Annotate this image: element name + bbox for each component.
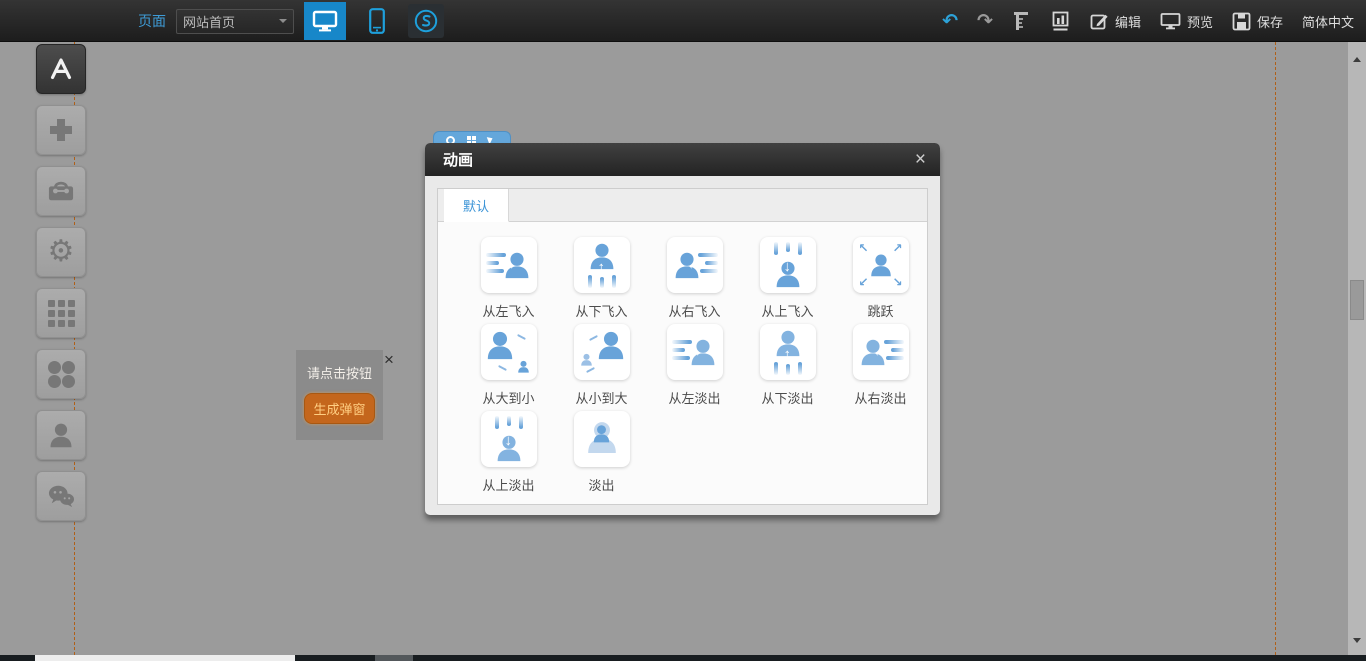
fade-out-left-icon[interactable]: → bbox=[667, 324, 723, 380]
fade-out-right-icon[interactable]: ← bbox=[853, 324, 909, 380]
top-toolbar: 页面 网站首页 ↶ ↷ bbox=[0, 0, 1366, 42]
mobile-view-button[interactable] bbox=[356, 2, 398, 40]
popup-prompt-text: 请点击按钮 bbox=[296, 350, 383, 382]
page-label: 页面 bbox=[138, 11, 166, 31]
sidebar-item-add[interactable] bbox=[36, 105, 86, 155]
right-guide-line bbox=[1275, 42, 1276, 655]
preview-label: 预览 bbox=[1187, 12, 1213, 31]
edit-label: 编辑 bbox=[1115, 12, 1141, 31]
vertical-scrollbar[interactable] bbox=[1348, 42, 1366, 655]
left-sidebar: ⚙ bbox=[36, 44, 86, 532]
animation-option[interactable]: 从大到小 bbox=[462, 324, 555, 411]
animation-option-label: 从小到大 bbox=[555, 388, 648, 407]
redo-icon[interactable]: ↷ bbox=[977, 12, 993, 31]
popup-close-icon[interactable]: × bbox=[384, 351, 394, 368]
edit-button[interactable]: 编辑 bbox=[1090, 12, 1141, 31]
animation-option-label: 从右飞入 bbox=[648, 301, 741, 320]
animation-option-label: 从大到小 bbox=[462, 388, 555, 407]
small-to-big-icon[interactable] bbox=[574, 324, 630, 380]
preview-monitor-icon bbox=[1160, 12, 1181, 31]
animation-option[interactable]: ↑ 从下飞入 bbox=[555, 237, 648, 324]
animation-option-label: 从左淡出 bbox=[648, 388, 741, 407]
ruler-icon[interactable] bbox=[1012, 10, 1032, 32]
animation-option-label: 从上淡出 bbox=[462, 475, 555, 494]
sidebar-item-grid[interactable] bbox=[36, 288, 86, 338]
save-label: 保存 bbox=[1257, 12, 1283, 31]
undo-icon[interactable]: ↶ bbox=[942, 12, 958, 31]
grid-icon bbox=[48, 300, 75, 327]
edit-icon bbox=[1090, 12, 1109, 31]
animation-option-label: 从右淡出 bbox=[834, 388, 927, 407]
sidebar-item-toolbox[interactable] bbox=[36, 166, 86, 216]
animation-options-grid: →从左飞入↑从下飞入←从右飞入↓从上飞入↖↗↙↘跳跃从大到小从小到大→从左淡出↑… bbox=[438, 222, 927, 498]
desktop-view-button[interactable] bbox=[304, 2, 346, 40]
design-tools-icon bbox=[46, 54, 76, 84]
language-selector[interactable]: 简体中文 bbox=[1302, 12, 1354, 31]
animation-option[interactable]: 从小到大 bbox=[555, 324, 648, 411]
page-select-dropdown[interactable]: 网站首页 bbox=[176, 9, 294, 34]
modal-title: 动画 bbox=[443, 149, 473, 170]
animation-option[interactable]: → 从左淡出 bbox=[648, 324, 741, 411]
animation-option-label: 跳跃 bbox=[834, 301, 927, 320]
canvas-popup-element[interactable]: 请点击按钮 生成弹窗 bbox=[296, 350, 383, 440]
modal-titlebar[interactable]: 动画 × bbox=[425, 143, 940, 176]
animation-option-label: 淡出 bbox=[555, 475, 648, 494]
fade-out-bottom-icon[interactable]: ↑ bbox=[760, 324, 816, 380]
sidebar-item-settings[interactable]: ⚙ bbox=[36, 227, 86, 277]
animation-option[interactable]: ← 从右淡出 bbox=[834, 324, 927, 411]
wechat-icon bbox=[46, 483, 76, 509]
fly-in-right-icon[interactable]: ← bbox=[667, 237, 723, 293]
user-icon bbox=[47, 421, 75, 449]
fly-in-bottom-icon[interactable]: ↑ bbox=[574, 237, 630, 293]
animation-option[interactable]: → 从左飞入 bbox=[462, 237, 555, 324]
desktop-icon bbox=[312, 9, 338, 33]
page-select-value: 网站首页 bbox=[183, 12, 235, 31]
jump-icon[interactable]: ↖↗↙↘ bbox=[853, 237, 909, 293]
sidebar-item-design-tools[interactable] bbox=[36, 44, 86, 94]
fade-out-icon[interactable] bbox=[574, 411, 630, 467]
widgets-icon bbox=[48, 361, 75, 388]
fade-out-top-icon[interactable]: ↓ bbox=[481, 411, 537, 467]
modal-tabbar: 默认 bbox=[438, 189, 927, 222]
animation-option[interactable]: ↓ 从上淡出 bbox=[462, 411, 555, 498]
modal-panel: 默认 → 从左飞入 ↑ 从下飞入 ← 从右飞入 ↓ 从上飞入 ↖↗↙↘ 跳跃从大到小从小到大 → 从左… bbox=[437, 188, 928, 505]
animation-option-label: 从下淡出 bbox=[741, 388, 834, 407]
scroll-down-icon[interactable] bbox=[1353, 638, 1361, 647]
animation-modal: 动画 × 默认 → 从左飞入 ↑ 从下飞入 ← 从右飞入 ↓ 从上飞入 ↖↗↙↘ 跳跃从大到小从小… bbox=[425, 143, 940, 515]
animation-option[interactable]: 淡出 bbox=[555, 411, 648, 498]
toolbox-icon bbox=[46, 178, 76, 204]
tab-default[interactable]: 默认 bbox=[444, 189, 509, 222]
animation-option[interactable]: ← 从右飞入 bbox=[648, 237, 741, 324]
sidebar-item-user[interactable] bbox=[36, 410, 86, 460]
save-button[interactable]: 保存 bbox=[1232, 12, 1283, 31]
stats-chart-icon[interactable] bbox=[1051, 10, 1071, 32]
animation-option[interactable]: ↖↗↙↘ 跳跃 bbox=[834, 237, 927, 324]
sidebar-item-widgets[interactable] bbox=[36, 349, 86, 399]
horizontal-scrollbar-thumb[interactable] bbox=[35, 655, 295, 661]
link-circle-icon bbox=[413, 8, 439, 34]
gear-icon: ⚙ bbox=[48, 237, 75, 267]
animation-option-label: 从左飞入 bbox=[462, 301, 555, 320]
animation-option[interactable]: ↓ 从上飞入 bbox=[741, 237, 834, 324]
big-to-small-icon[interactable] bbox=[481, 324, 537, 380]
fly-in-top-icon[interactable]: ↓ bbox=[760, 237, 816, 293]
modal-close-icon[interactable]: × bbox=[915, 150, 926, 169]
fly-in-left-icon[interactable]: → bbox=[481, 237, 537, 293]
save-icon bbox=[1232, 12, 1251, 31]
animation-option-label: 从下飞入 bbox=[555, 301, 648, 320]
animation-option[interactable]: ↑ 从下淡出 bbox=[741, 324, 834, 411]
preview-button[interactable]: 预览 bbox=[1160, 12, 1213, 31]
mobile-icon bbox=[369, 8, 385, 34]
horizontal-scrollbar-segment[interactable] bbox=[375, 655, 413, 661]
animation-link-button[interactable] bbox=[408, 4, 444, 38]
horizontal-scrollbar[interactable] bbox=[0, 655, 1366, 661]
sidebar-item-wechat[interactable] bbox=[36, 471, 86, 521]
animation-option-label: 从上飞入 bbox=[741, 301, 834, 320]
vertical-scrollbar-thumb[interactable] bbox=[1350, 280, 1364, 320]
scroll-up-icon[interactable] bbox=[1353, 53, 1361, 62]
generate-popup-button[interactable]: 生成弹窗 bbox=[304, 393, 374, 424]
chevron-down-icon bbox=[279, 19, 287, 27]
add-icon bbox=[47, 116, 75, 144]
